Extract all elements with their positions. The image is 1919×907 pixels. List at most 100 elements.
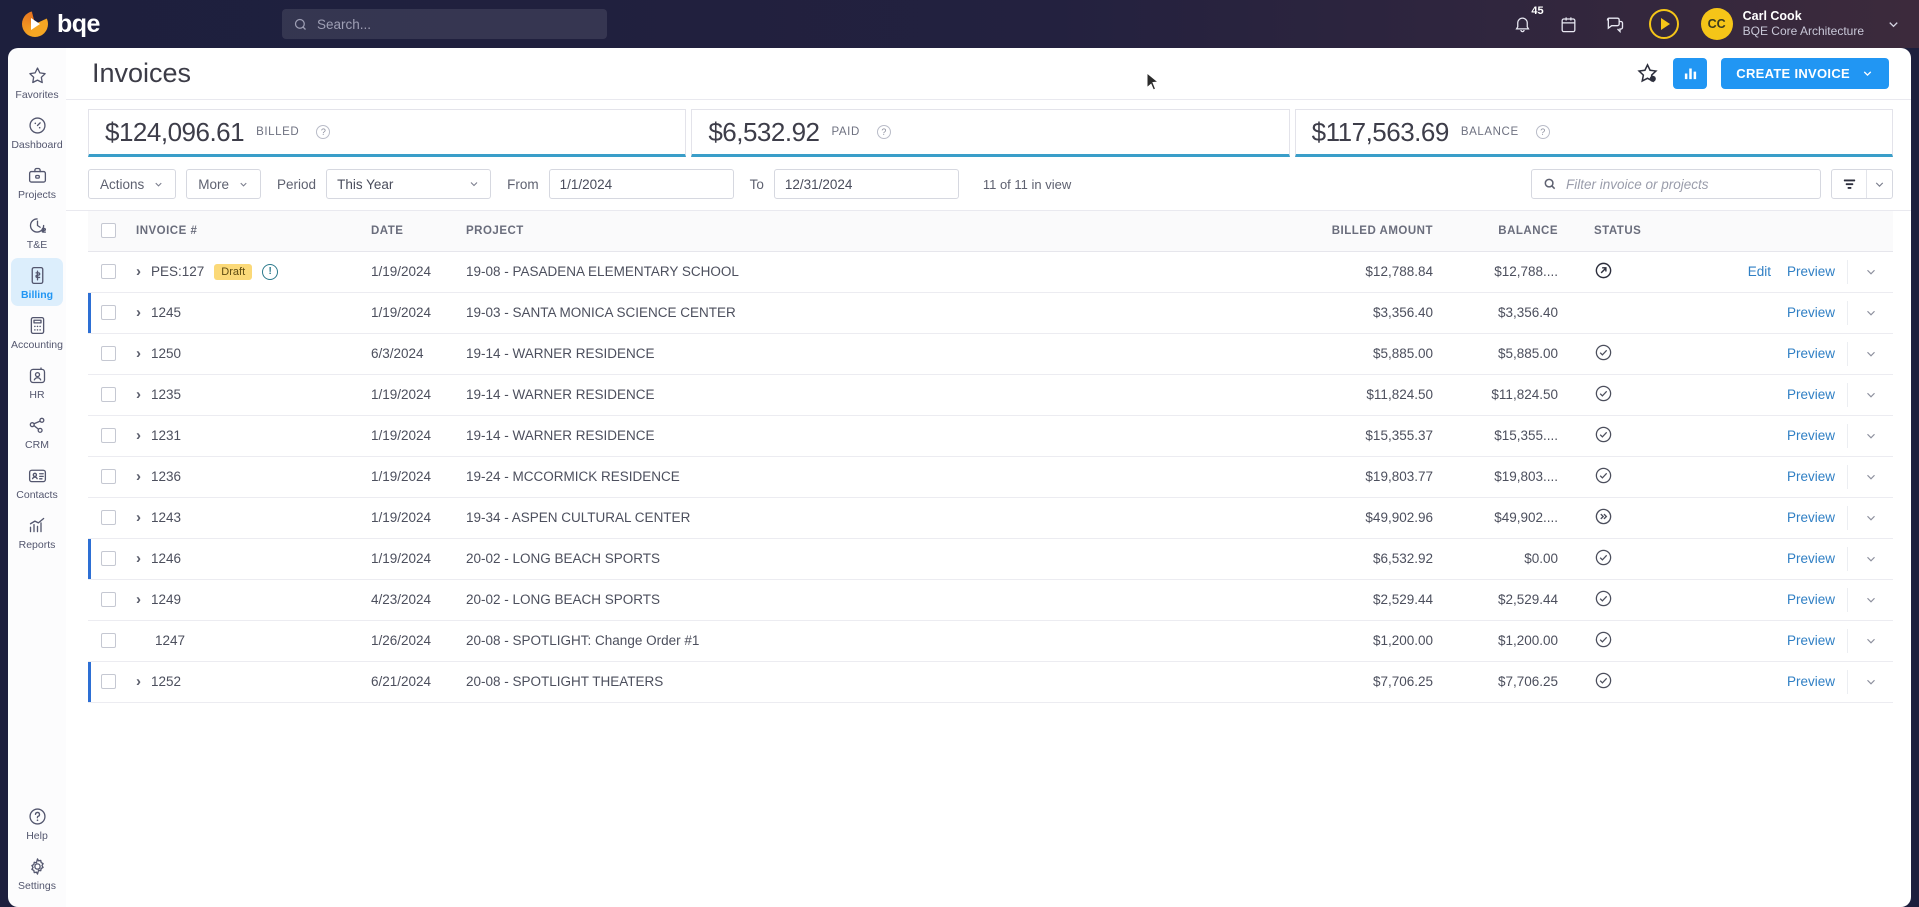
row-chevron-down-icon[interactable] — [1864, 306, 1878, 320]
row-checkbox[interactable] — [101, 428, 116, 443]
col-date[interactable]: DATE — [371, 211, 466, 252]
edit-link[interactable]: Edit — [1748, 264, 1771, 279]
preview-link[interactable]: Preview — [1787, 469, 1835, 484]
row-chevron-down-icon[interactable] — [1864, 552, 1878, 566]
preview-link[interactable]: Preview — [1787, 387, 1835, 402]
expand-row-caret-icon[interactable]: › — [136, 469, 141, 484]
check-circle-icon[interactable] — [1594, 466, 1613, 485]
row-checkbox[interactable] — [101, 674, 116, 689]
col-project[interactable]: PROJECT — [466, 211, 1312, 252]
row-chevron-down-icon[interactable] — [1864, 511, 1878, 525]
preview-link[interactable]: Preview — [1787, 592, 1835, 607]
row-chevron-down-icon[interactable] — [1864, 265, 1878, 279]
table-row[interactable]: › 1245 1/19/2024 19-03 - SANTA MONICA SCIEN… — [88, 292, 1893, 333]
check-circle-icon[interactable] — [1594, 384, 1613, 403]
expand-row-caret-icon[interactable]: › — [136, 428, 141, 443]
table-row[interactable]: › 1249 4/23/2024 20-02 - LONG BEACH SPORTS $… — [88, 579, 1893, 620]
expand-row-caret-icon[interactable]: › — [136, 592, 141, 607]
col-invoice[interactable]: INVOICE # — [136, 211, 371, 252]
timer-play-button[interactable] — [1648, 9, 1679, 39]
more-dropdown[interactable]: More — [186, 169, 262, 199]
table-row[interactable]: › 1235 1/19/2024 19-14 - WARNER RESIDENCE $1… — [88, 374, 1893, 415]
sidebar-item-settings[interactable]: Settings — [11, 849, 63, 897]
preview-link[interactable]: Preview — [1787, 264, 1835, 279]
table-row[interactable]: › 1246 1/19/2024 20-02 - LONG BEACH SPORTS $… — [88, 538, 1893, 579]
table-row[interactable]: › 1252 6/21/2024 20-08 - SPOTLIGHT THEATERS… — [88, 661, 1893, 702]
expand-row-caret-icon[interactable]: › — [136, 674, 141, 689]
row-chevron-down-icon[interactable] — [1864, 634, 1878, 648]
add-favorite-star-icon[interactable] — [1636, 62, 1659, 85]
row-checkbox[interactable] — [101, 592, 116, 607]
period-select[interactable]: This Year — [326, 169, 492, 199]
expand-row-caret-icon[interactable]: › — [136, 510, 141, 525]
sidebar-item-crm[interactable]: CRM — [11, 408, 63, 456]
preview-link[interactable]: Preview — [1787, 428, 1835, 443]
row-chevron-down-icon[interactable] — [1864, 347, 1878, 361]
chart-view-button[interactable] — [1673, 58, 1708, 89]
row-checkbox[interactable] — [101, 264, 116, 279]
table-row[interactable]: › 1231 1/19/2024 19-14 - WARNER RESIDENCE $1… — [88, 415, 1893, 456]
select-all-checkbox[interactable] — [101, 223, 116, 239]
expand-row-caret-icon[interactable]: › — [136, 305, 141, 320]
row-checkbox[interactable] — [101, 346, 116, 361]
help-icon[interactable]: ? — [1535, 125, 1550, 139]
table-row[interactable]: 1247 1/26/2024 20-08 - SPOTLIGHT: Change O… — [88, 620, 1893, 661]
row-chevron-down-icon[interactable] — [1864, 429, 1878, 443]
check-circle-icon[interactable] — [1594, 343, 1613, 362]
to-date-input[interactable]: 12/31/2024 — [773, 169, 959, 199]
preview-link[interactable]: Preview — [1787, 305, 1835, 320]
check-circle-icon[interactable] — [1594, 630, 1613, 649]
expand-row-caret-icon[interactable]: › — [136, 264, 141, 279]
table-row[interactable]: › 1243 1/19/2024 19-34 - ASPEN CULTURAL CEN… — [88, 497, 1893, 538]
from-date-input[interactable]: 1/1/2024 — [548, 169, 734, 199]
filter-options-dropdown[interactable] — [1866, 170, 1892, 198]
expand-row-caret-icon[interactable]: › — [136, 551, 141, 566]
sidebar-item-hr[interactable]: HR — [11, 358, 63, 406]
sidebar-item-t-e[interactable]: T&E — [11, 208, 63, 256]
notifications-button[interactable]: 45 — [1511, 5, 1544, 36]
sidebar-item-contacts[interactable]: Contacts — [11, 458, 63, 506]
col-billed-amount[interactable]: BILLED AMOUNT — [1312, 211, 1447, 252]
check-circle-icon[interactable] — [1594, 548, 1613, 567]
user-menu-chevron-down-icon[interactable] — [1886, 17, 1901, 32]
table-row[interactable]: › 1236 1/19/2024 19-24 - MCCORMICK RESIDENC… — [88, 456, 1893, 497]
sidebar-item-dashboard[interactable]: Dashboard — [11, 108, 63, 156]
warning-icon[interactable]: ! — [262, 263, 279, 280]
row-checkbox[interactable] — [101, 633, 116, 648]
preview-link[interactable]: Preview — [1787, 674, 1835, 689]
table-row[interactable]: › 1250 6/3/2024 19-14 - WARNER RESIDENCE $5,… — [88, 333, 1893, 374]
double-chevron-circle-icon[interactable] — [1594, 507, 1613, 526]
row-checkbox[interactable] — [101, 510, 116, 525]
check-circle-icon[interactable] — [1594, 589, 1613, 608]
row-checkbox[interactable] — [101, 469, 116, 484]
calendar-button[interactable] — [1557, 12, 1581, 36]
row-chevron-down-icon[interactable] — [1864, 675, 1878, 689]
row-chevron-down-icon[interactable] — [1864, 593, 1878, 607]
expand-row-caret-icon[interactable]: › — [136, 346, 141, 361]
check-circle-icon[interactable] — [1594, 671, 1613, 690]
preview-link[interactable]: Preview — [1787, 633, 1835, 648]
check-circle-icon[interactable] — [1594, 425, 1613, 444]
help-icon[interactable]: ? — [316, 125, 331, 139]
row-chevron-down-icon[interactable] — [1864, 470, 1878, 484]
preview-link[interactable]: Preview — [1787, 551, 1835, 566]
filter-funnel-button[interactable] — [1832, 170, 1866, 198]
sent-arrow-icon[interactable] — [1594, 261, 1613, 280]
col-balance[interactable]: BALANCE — [1447, 211, 1572, 252]
sidebar-item-reports[interactable]: Reports — [11, 508, 63, 556]
table-row[interactable]: › PES:127 Draft! 1/19/2024 19-08 - PASADENA … — [88, 251, 1893, 292]
sidebar-item-help[interactable]: Help — [11, 799, 63, 847]
sidebar-item-accounting[interactable]: Accounting — [11, 308, 63, 356]
filter-input[interactable]: Filter invoice or projects — [1531, 169, 1821, 199]
sidebar-item-billing[interactable]: Billing — [11, 258, 63, 306]
row-chevron-down-icon[interactable] — [1864, 388, 1878, 402]
actions-dropdown[interactable]: Actions — [88, 169, 177, 199]
create-invoice-button[interactable]: CREATE INVOICE — [1721, 58, 1889, 89]
help-icon[interactable]: ? — [876, 125, 891, 139]
row-checkbox[interactable] — [101, 305, 116, 320]
row-checkbox[interactable] — [101, 387, 116, 402]
user-info[interactable]: Carl Cook BQE Core Architecture — [1743, 9, 1864, 40]
sidebar-item-favorites[interactable]: Favorites — [11, 58, 63, 106]
avatar[interactable]: CC — [1700, 8, 1733, 40]
row-checkbox[interactable] — [101, 551, 116, 566]
